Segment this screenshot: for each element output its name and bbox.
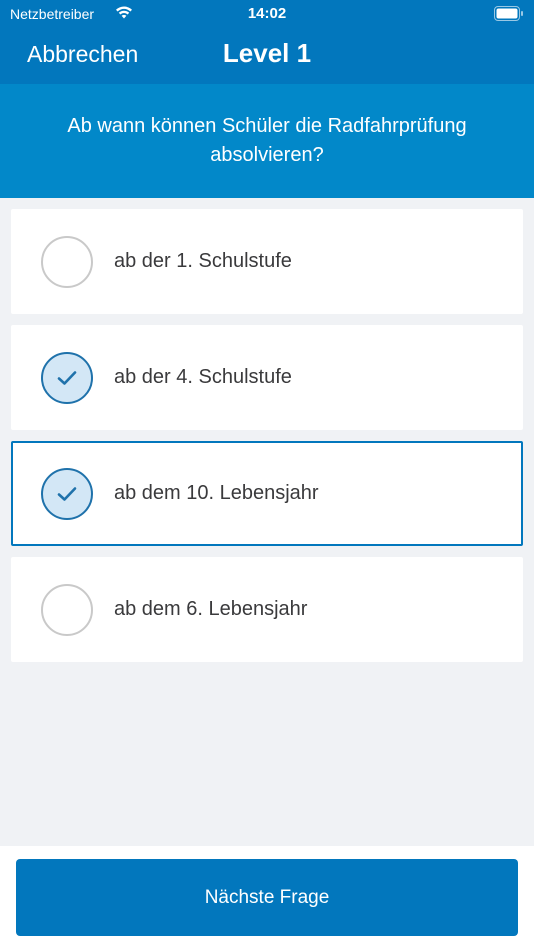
navigation-bar: Abbrechen Level 1 [0, 28, 534, 84]
question-text: Ab wann können Schüler die Radfahrprüfun… [0, 84, 534, 198]
radio-unchecked-icon[interactable] [41, 584, 93, 636]
answer-option-3[interactable]: ab dem 10. Lebensjahr [11, 441, 523, 546]
page-title: Level 1 [222, 38, 312, 68]
answer-label: ab der 4. Schulstufe [114, 366, 292, 388]
answer-label: ab dem 6. Lebensjahr [114, 598, 308, 620]
answer-label: ab der 1. Schulstufe [114, 250, 292, 272]
radio-unchecked-icon[interactable] [41, 236, 93, 288]
status-bar: Netzbetreiber 14:02 [0, 0, 534, 28]
battery-icon [494, 6, 524, 26]
answer-label: ab dem 10. Lebensjahr [114, 482, 319, 504]
checkmark-icon[interactable] [41, 468, 93, 520]
answer-option-2[interactable]: ab der 4. Schulstufe [11, 325, 523, 430]
answer-option-4[interactable]: ab dem 6. Lebensjahr [11, 557, 523, 662]
status-time: 14:02 [247, 5, 287, 22]
next-question-button[interactable]: Nächste Frage [16, 859, 518, 936]
answer-option-1[interactable]: ab der 1. Schulstufe [11, 209, 523, 314]
checkmark-icon[interactable] [41, 352, 93, 404]
footer-bar: Nächste Frage [0, 846, 534, 950]
